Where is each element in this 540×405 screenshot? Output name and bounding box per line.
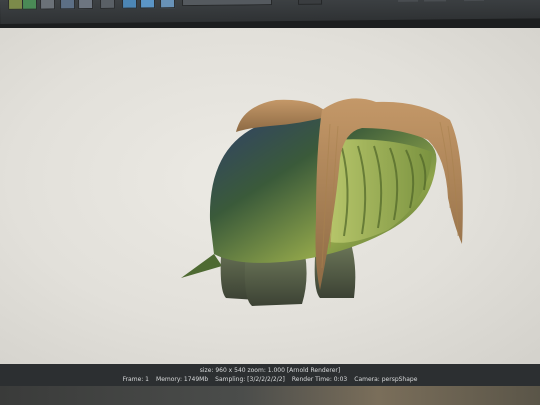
toolbar-icon-button[interactable] [59, 0, 76, 10]
status-sampling: Sampling: [3/2/2/2/2/2] [215, 376, 285, 383]
toolbar-dropdown[interactable] [297, 0, 323, 5]
toolbar-icon-button[interactable] [159, 0, 176, 9]
render-view-toolbar [0, 0, 540, 24]
toolbar-icon-button[interactable] [121, 0, 138, 9]
creature-tail [181, 254, 222, 278]
toolbar-icon-button[interactable] [21, 0, 38, 10]
toolbar-text-field[interactable] [181, 0, 273, 7]
toolbar-icon-button[interactable] [99, 0, 116, 9]
render-viewport[interactable] [0, 28, 540, 365]
rendered-creature-image [181, 98, 463, 306]
status-frame: Frame: 1 [122, 376, 150, 383]
background-desk-area [0, 386, 540, 405]
toolbar-icon-button[interactable] [39, 0, 56, 10]
toolbar-control[interactable] [463, 0, 485, 2]
render-status-bar: size: 960 x 540 zoom: 1.000 [Arnold Rend… [0, 364, 540, 386]
toolbar-icon-button[interactable] [7, 0, 24, 10]
status-memory: Memory: 1749Mb [156, 376, 209, 383]
toolbar-control[interactable] [397, 0, 419, 2]
toolbar-icon-button[interactable] [139, 0, 156, 9]
toolbar-control[interactable] [423, 0, 447, 2]
toolbar-icon-button[interactable] [77, 0, 94, 10]
status-render-time: Render Time: 0:03 [291, 376, 348, 383]
status-info-row: Frame: 1 Memory: 1749Mb Sampling: [3/2/2… [0, 376, 540, 383]
status-camera: Camera: perspShape [354, 376, 418, 383]
status-size-text: size: 960 x 540 zoom: 1.000 [Arnold Rend… [199, 367, 341, 374]
